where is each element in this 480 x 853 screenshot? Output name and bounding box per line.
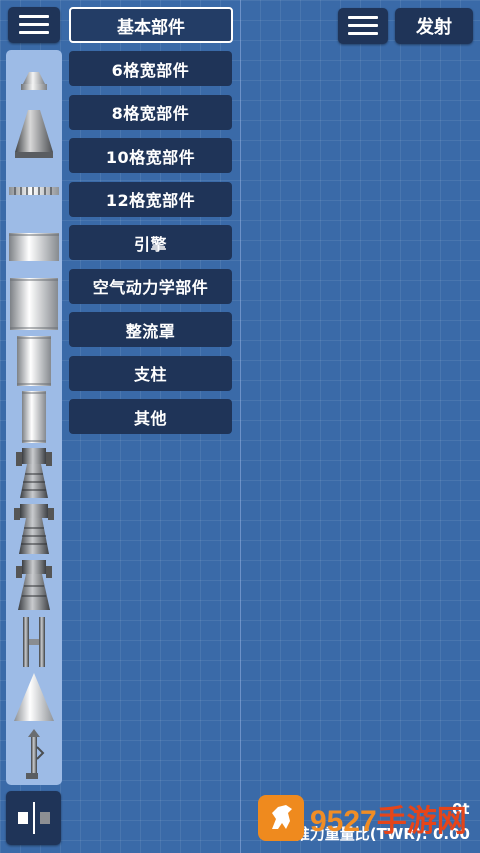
landing-leg-icon[interactable]: [6, 728, 62, 782]
category-item-10-wide[interactable]: 10格宽部件: [69, 138, 232, 173]
category-title-label: 基本部件: [117, 17, 185, 38]
menu-button-right[interactable]: [338, 8, 388, 44]
menu-icon: [19, 15, 49, 35]
medium-fuel-tank-icon[interactable]: [6, 336, 62, 386]
strut-icon[interactable]: [6, 616, 62, 668]
category-item-8-wide[interactable]: 8格宽部件: [69, 94, 232, 130]
symmetry-toggle-button[interactable]: [6, 791, 61, 845]
category-label: 12格宽部件: [105, 191, 196, 210]
nose-cone-icon[interactable]: [6, 670, 62, 724]
engine-medium-icon[interactable]: [6, 504, 62, 556]
category-label: 10格宽部件: [105, 147, 196, 167]
category-item-engines[interactable]: 引擎: [69, 225, 232, 260]
category-label: 支柱: [133, 365, 167, 384]
category-label: 整流罩: [125, 321, 176, 341]
category-label: 6格宽部件: [111, 60, 190, 80]
launch-label: 发射: [416, 17, 452, 38]
engine-large-icon[interactable]: [6, 560, 62, 612]
command-pod-icon[interactable]: [6, 68, 62, 94]
watermark-number: 9527: [310, 805, 377, 838]
small-fuel-tank-icon[interactable]: [6, 391, 62, 443]
category-item-other[interactable]: 其他: [69, 399, 232, 434]
category-item-12-wide[interactable]: 12格宽部件: [69, 181, 232, 217]
launch-button[interactable]: 发射: [395, 8, 473, 44]
menu-icon: [348, 16, 378, 36]
category-item-struts[interactable]: 支柱: [69, 355, 232, 391]
symmetry-icon: [17, 802, 50, 834]
category-item-aerodynamics[interactable]: 空气动力学部件: [69, 268, 232, 304]
wide-fuel-tank-icon[interactable]: [6, 233, 62, 261]
category-item-6-wide[interactable]: 6格宽部件: [69, 51, 232, 86]
category-label: 8格宽部件: [111, 104, 190, 123]
category-label: 空气动力学部件: [92, 278, 209, 297]
watermark: 9527手游网: [258, 795, 467, 841]
menu-button-left[interactable]: [8, 7, 60, 43]
watermark-text: 手游网: [376, 805, 467, 838]
large-capsule-icon[interactable]: [6, 108, 62, 160]
horse-logo-icon: [258, 795, 304, 841]
engine-small-icon[interactable]: [6, 448, 62, 500]
large-fuel-tank-icon[interactable]: [6, 278, 62, 330]
category-label: 引擎: [133, 234, 167, 254]
parts-panel[interactable]: [6, 50, 62, 785]
category-item-fairings[interactable]: 整流罩: [69, 312, 232, 347]
separator-icon[interactable]: [6, 182, 62, 200]
build-area-divider: [240, 0, 241, 853]
category-label: 其他: [133, 408, 167, 428]
category-title-button[interactable]: 基本部件: [69, 7, 233, 43]
